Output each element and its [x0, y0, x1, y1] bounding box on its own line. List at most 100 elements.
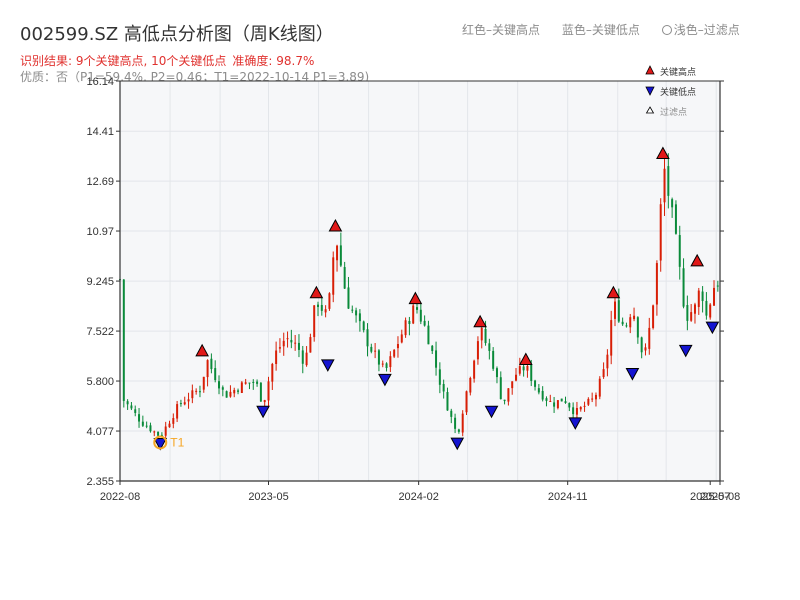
- candle-body: [122, 279, 125, 401]
- candle-body: [317, 304, 320, 307]
- y-tick-label: 10.97: [86, 226, 114, 238]
- candle-body: [301, 350, 304, 364]
- candle-body: [366, 329, 369, 347]
- candle-body: [244, 382, 247, 384]
- candle-body: [640, 337, 643, 353]
- candle-body: [629, 317, 632, 328]
- candle: [556, 399, 559, 410]
- candle-body: [393, 349, 396, 357]
- candle: [560, 398, 563, 402]
- candle-body: [713, 287, 716, 306]
- candle-body: [179, 403, 182, 405]
- candle-body: [157, 431, 160, 436]
- candle-body: [377, 350, 380, 365]
- candle-body: [606, 354, 609, 369]
- candle-body: [233, 389, 236, 394]
- candle-body: [480, 327, 483, 341]
- candle-body: [697, 290, 700, 307]
- candle-body: [431, 345, 434, 352]
- candle-body: [423, 320, 426, 326]
- candle-body: [450, 410, 453, 417]
- candle: [461, 410, 464, 437]
- candle-body: [339, 245, 342, 266]
- candle-body: [499, 377, 502, 400]
- candle-body: [218, 381, 221, 389]
- candle-body: [271, 364, 274, 382]
- x-tick-label: 2025-08: [700, 491, 740, 503]
- candle-body: [202, 376, 205, 390]
- candle-body: [553, 402, 556, 407]
- candle-body: [568, 403, 571, 408]
- candle-body: [221, 387, 224, 390]
- candle: [709, 303, 712, 320]
- candle: [225, 390, 228, 398]
- y-tick-label: 12.69: [86, 176, 114, 188]
- candle-body: [214, 368, 217, 381]
- candle-body: [541, 390, 544, 400]
- candle-body: [267, 381, 270, 401]
- candle-body: [385, 363, 388, 368]
- x-tick-label: 2024-02: [398, 491, 438, 503]
- candle-body: [237, 390, 240, 392]
- candle-body: [564, 401, 567, 403]
- legend-high-icon: [645, 65, 655, 75]
- candle-body: [617, 300, 620, 322]
- candle-body: [240, 382, 243, 394]
- candle-body: [495, 368, 498, 378]
- y-tick-label: 9.245: [86, 276, 114, 288]
- candle-body: [187, 399, 190, 402]
- candle-body: [282, 340, 285, 347]
- candle-body: [229, 391, 232, 397]
- candle-body: [693, 304, 696, 314]
- candle-body: [198, 391, 201, 393]
- candle-body: [404, 320, 407, 336]
- candle-body: [263, 400, 266, 403]
- candle-body: [484, 328, 487, 344]
- candle: [313, 304, 316, 342]
- candle-body: [347, 287, 350, 309]
- candle-body: [324, 309, 327, 313]
- candle-body: [355, 310, 358, 316]
- candle-body: [389, 356, 392, 368]
- candle-body: [659, 204, 662, 261]
- candle-body: [522, 366, 525, 371]
- candle-body: [636, 317, 639, 338]
- candle-body: [286, 338, 289, 340]
- candle-body: [183, 402, 186, 405]
- candle-body: [351, 309, 354, 311]
- candle-body: [591, 398, 594, 400]
- candle-body: [225, 391, 228, 398]
- candle-body: [172, 418, 175, 424]
- candle-body: [206, 360, 209, 378]
- candle-body: [667, 166, 670, 196]
- candle-body: [457, 429, 460, 432]
- candle-body: [145, 425, 148, 427]
- candle-body: [141, 421, 144, 426]
- candle-body: [621, 321, 624, 325]
- candle-body: [438, 369, 441, 385]
- candle-body: [446, 392, 449, 411]
- candle: [674, 200, 677, 235]
- candle-body: [530, 364, 533, 381]
- candle-body: [290, 339, 293, 343]
- candlestick-chart: T1 2.355 4.077 5.800 7.522 9.245 10.97 12.69 14…: [86, 65, 740, 503]
- candle-body: [594, 394, 597, 400]
- candle: [259, 382, 262, 402]
- candle-body: [690, 312, 693, 321]
- candle-body: [575, 408, 578, 415]
- candle-body: [610, 320, 613, 356]
- candle-body: [534, 380, 537, 387]
- y-tick-label: 2.355: [86, 476, 114, 488]
- candle-body: [655, 263, 658, 305]
- x-tick-label: 2024-11: [548, 491, 588, 503]
- candle-body: [701, 291, 704, 302]
- candle-body: [435, 350, 438, 368]
- candle-body: [537, 388, 540, 393]
- candle-body: [305, 352, 308, 366]
- candle-body: [195, 390, 198, 392]
- t1-label: T1: [170, 435, 184, 449]
- candle-body: [138, 414, 141, 422]
- candle-body: [678, 235, 681, 267]
- y-tick-label: 4.077: [86, 426, 114, 438]
- candle-body: [674, 204, 677, 234]
